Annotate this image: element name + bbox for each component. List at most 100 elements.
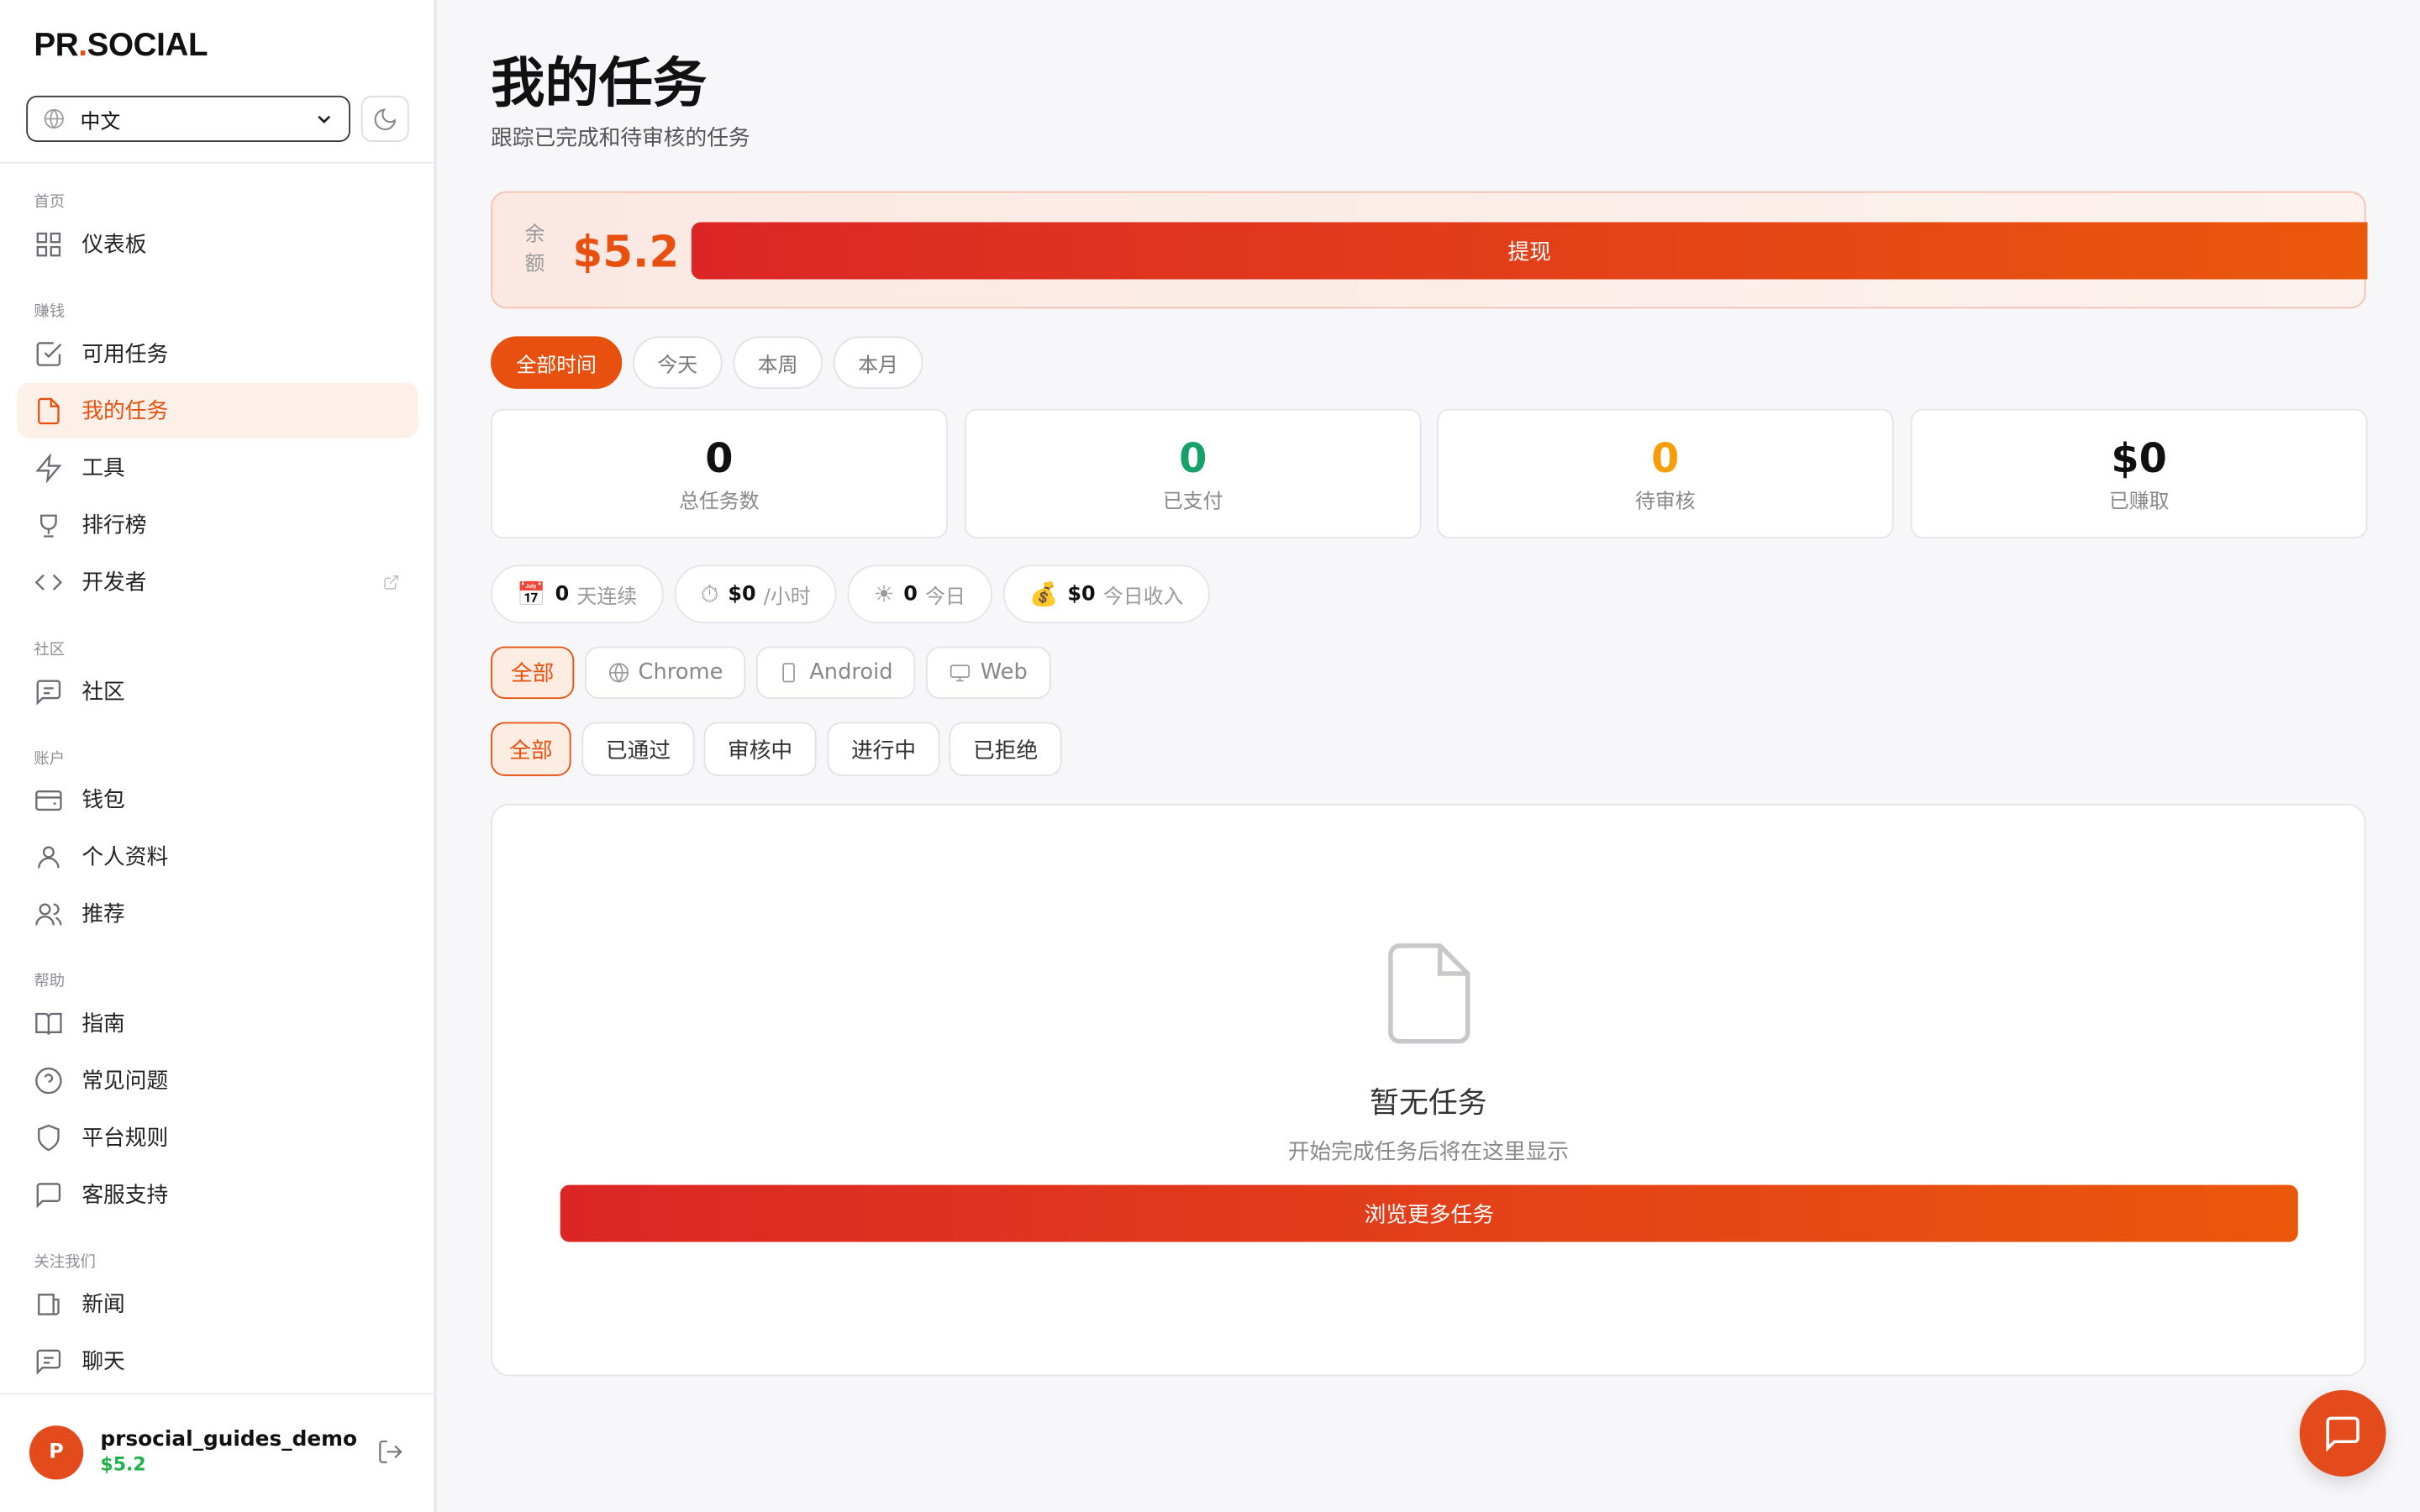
- stat-label: 已支付: [1162, 491, 1223, 514]
- sidebar-item-label: 平台规则: [82, 1126, 169, 1152]
- brand-logo[interactable]: PR.SOCIAL: [34, 28, 208, 65]
- sidebar-item-label: 推荐: [82, 902, 125, 927]
- time-filter-week[interactable]: 本周: [733, 336, 823, 389]
- sidebar-item-developer[interactable]: 开发者: [17, 554, 418, 609]
- message-icon: [2326, 1416, 2360, 1452]
- sidebar-item-label: 常见问题: [82, 1068, 169, 1095]
- platform-filter-web[interactable]: Web: [926, 646, 1051, 700]
- balance-card: 余额 $5.2 提现: [491, 191, 2368, 309]
- empty-state-card: 暂无任务 开始完成任务后将在这里显示 浏览更多任务: [491, 803, 2366, 1377]
- sidebar-item-rules[interactable]: 平台规则: [17, 1110, 418, 1165]
- sidebar-item-guide[interactable]: 指南: [17, 995, 418, 1051]
- page-title: 我的任务: [491, 54, 708, 116]
- status-filter-rejected[interactable]: 已拒绝: [949, 722, 1062, 776]
- newspaper-icon: [38, 1293, 60, 1315]
- grid-icon: [36, 231, 61, 256]
- logout-icon[interactable]: [376, 1438, 404, 1466]
- section-label: 社区: [34, 642, 66, 659]
- sidebar-item-wallet[interactable]: 钱包: [17, 771, 418, 827]
- balance-label: 余额: [524, 223, 545, 276]
- time-filter-all[interactable]: 全部时间: [491, 336, 623, 389]
- sidebar-item-chat[interactable]: 聊天: [17, 1333, 418, 1389]
- status-filter-all[interactable]: 全部: [491, 722, 571, 776]
- sidebar-item-available-tasks[interactable]: 可用任务: [17, 326, 418, 381]
- page-subtitle: 跟踪已完成和待审核的任务: [491, 126, 750, 151]
- section-label: 首页: [34, 194, 66, 212]
- sidebar-item-profile[interactable]: 个人资料: [17, 828, 418, 884]
- sidebar-item-referral[interactable]: 推荐: [17, 885, 418, 941]
- stat-label: 总任务数: [679, 491, 760, 514]
- sidebar-item-label: 开发者: [82, 570, 147, 596]
- sidebar-item-dashboard[interactable]: 仪表板: [17, 216, 418, 271]
- sidebar: PR.SOCIAL 中文 首页 仪表板 赚钱 可用任务 我的任务 工具 排行榜 …: [0, 0, 437, 1512]
- stat-card-paid: 0 已支付: [964, 408, 1422, 539]
- user-icon: [38, 845, 60, 868]
- withdraw-button[interactable]: 提现: [691, 222, 2368, 280]
- user-panel: P prsocial_guides_demo $5.2: [0, 1393, 437, 1512]
- money-bag-icon: 💰: [1029, 580, 1059, 608]
- stat-label: 已赚取: [2108, 491, 2170, 514]
- stat-value: 0: [1651, 436, 1680, 483]
- user-name: prsocial_guides_demo: [100, 1426, 358, 1452]
- platform-filter-chrome[interactable]: Chrome: [585, 646, 746, 700]
- today-chip: ☀ 0 今日: [847, 564, 992, 624]
- sun-icon: ☀: [873, 580, 895, 608]
- users-icon: [35, 902, 62, 925]
- browse-tasks-button[interactable]: 浏览更多任务: [560, 1184, 2298, 1242]
- stat-card-earned: $0 已赚取: [1910, 408, 2368, 539]
- sidebar-item-label: 客服支持: [82, 1183, 169, 1209]
- balance-amount: $5.2: [572, 226, 680, 278]
- sidebar-item-label: 社区: [82, 680, 125, 706]
- sidebar-item-label: 聊天: [82, 1350, 125, 1375]
- document-icon: [1388, 943, 1470, 1044]
- avatar[interactable]: P: [29, 1425, 84, 1480]
- status-filter-reviewing[interactable]: 审核中: [703, 722, 817, 776]
- sidebar-item-label: 工具: [82, 456, 125, 482]
- monitor-icon: [950, 664, 971, 682]
- sidebar-item-label: 可用任务: [82, 342, 169, 368]
- theme-toggle-button[interactable]: [360, 95, 409, 142]
- hourly-chip: ⏱ $0/小时: [674, 564, 837, 624]
- book-icon: [35, 1011, 62, 1035]
- language-select[interactable]: 中文: [26, 95, 350, 142]
- time-filter-month[interactable]: 本月: [833, 336, 923, 389]
- chat-fab-button[interactable]: [2299, 1389, 2386, 1477]
- sidebar-item-label: 排行榜: [82, 513, 147, 539]
- sidebar-item-support[interactable]: 客服支持: [17, 1167, 418, 1222]
- sidebar-item-label: 仪表板: [82, 233, 147, 258]
- check-square-icon: [36, 341, 62, 365]
- empty-title: 暂无任务: [1370, 1086, 1487, 1121]
- sidebar-item-label: 个人资料: [82, 845, 169, 870]
- file-icon: [38, 396, 60, 424]
- sidebar-item-label: 我的任务: [82, 399, 169, 425]
- stat-label: 待审核: [1634, 491, 1696, 514]
- sidebar-item-tools[interactable]: 工具: [17, 439, 418, 495]
- sidebar-item-label: 钱包: [82, 788, 125, 813]
- message-icon: [36, 1182, 61, 1208]
- globe-icon: [44, 108, 64, 129]
- platform-filter-all[interactable]: 全部: [491, 646, 575, 700]
- status-filter-in-progress[interactable]: 进行中: [827, 722, 940, 776]
- main-content: 我的任务 跟踪已完成和待审核的任务 余额 $5.2 提现 全部时间 今天 本周 …: [437, 0, 2420, 1512]
- trophy-icon: [39, 513, 57, 537]
- smartphone-icon: [783, 663, 796, 683]
- sidebar-item-faq[interactable]: 常见问题: [17, 1053, 418, 1108]
- chat-icon: [36, 1348, 61, 1374]
- sidebar-item-leaderboard[interactable]: 排行榜: [17, 496, 418, 552]
- sidebar-item-news[interactable]: 新闻: [17, 1276, 418, 1331]
- moon-icon: [374, 108, 397, 130]
- stat-value: 0: [1179, 436, 1207, 483]
- sidebar-item-community[interactable]: 社区: [17, 664, 418, 719]
- platform-filter-android[interactable]: Android: [755, 646, 916, 700]
- empty-description: 开始完成任务后将在这里显示: [1287, 1140, 1570, 1165]
- status-filter-approved[interactable]: 已通过: [581, 722, 695, 776]
- time-filter-today[interactable]: 今天: [633, 336, 723, 389]
- chevron-down-icon: [318, 115, 331, 124]
- stat-value: $0: [2111, 436, 2167, 483]
- sidebar-item-label: 新闻: [82, 1293, 125, 1318]
- language-value: 中文: [80, 110, 121, 134]
- sidebar-item-my-tasks[interactable]: 我的任务: [17, 382, 418, 438]
- wallet-icon: [35, 790, 62, 811]
- section-label: 帮助: [34, 973, 66, 991]
- globe-icon: [608, 663, 629, 683]
